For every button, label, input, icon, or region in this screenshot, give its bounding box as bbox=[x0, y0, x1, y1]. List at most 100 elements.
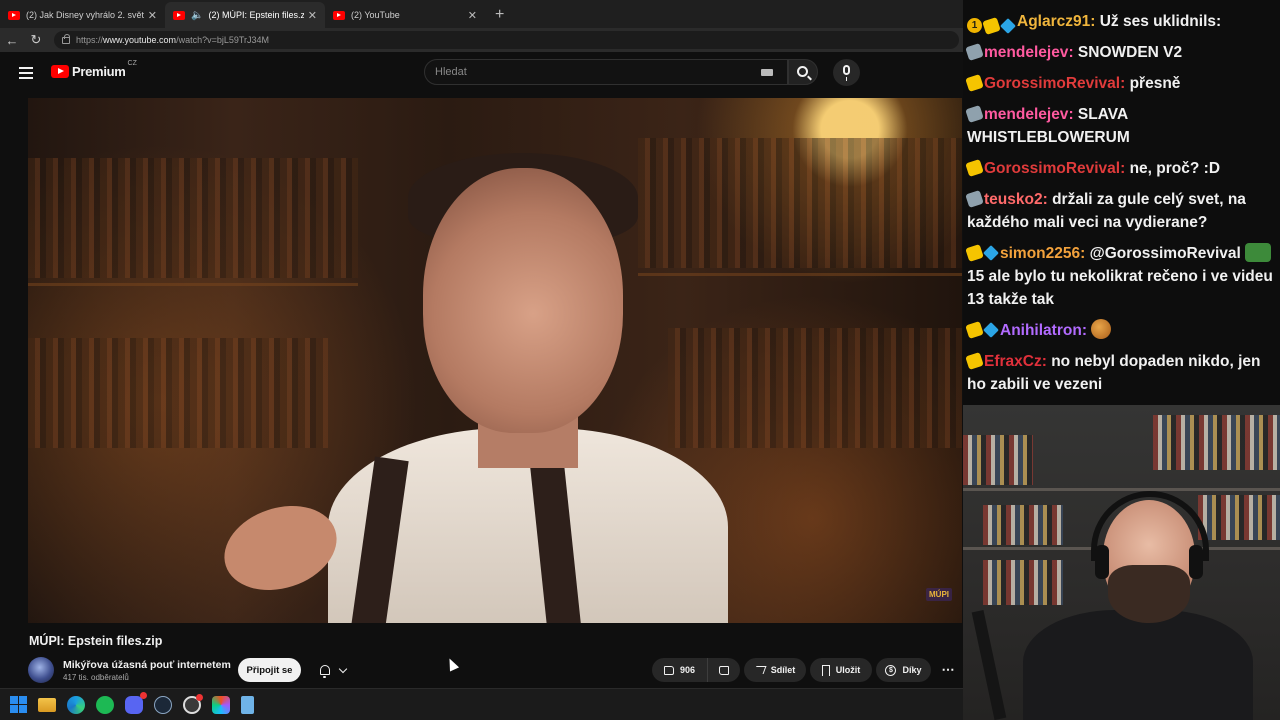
channel-name[interactable]: Mikýřova úžasná pouť internetem bbox=[63, 659, 231, 671]
tab-title: (2) Jak Disney vyhrálo 2. světovou bbox=[26, 10, 144, 20]
browser-tab-active[interactable]: 🔈 (2) MÚPI: Epstein files.zip - Yo ✕ bbox=[165, 2, 325, 28]
notification-button[interactable] bbox=[308, 658, 358, 682]
youtube-favicon-icon bbox=[173, 10, 185, 20]
chat-username[interactable]: Anihilatron bbox=[1000, 322, 1082, 339]
chat-username[interactable]: GorossimoRevival bbox=[984, 75, 1120, 92]
screen: (2) Jak Disney vyhrálo 2. světovou ✕ 🔈 (… bbox=[0, 0, 1280, 720]
notepad-icon[interactable] bbox=[241, 695, 254, 714]
search-input[interactable]: Hledat bbox=[424, 59, 788, 85]
browser-tab[interactable]: (2) Jak Disney vyhrálo 2. světovou ✕ bbox=[0, 2, 165, 28]
edge-browser-icon[interactable] bbox=[67, 695, 85, 714]
obs-icon[interactable] bbox=[183, 693, 203, 714]
new-tab-button[interactable]: + bbox=[485, 2, 514, 28]
video-person-face bbox=[423, 168, 623, 433]
sub-badge-icon bbox=[965, 74, 984, 92]
colon: : bbox=[1068, 106, 1074, 123]
chat-username[interactable]: teusko2 bbox=[984, 191, 1043, 208]
more-actions-button[interactable]: ⋯ bbox=[935, 658, 961, 682]
search-placeholder: Hledat bbox=[435, 66, 467, 78]
chat-username[interactable]: mendelejev bbox=[984, 44, 1068, 61]
close-tab-icon[interactable]: ✕ bbox=[468, 9, 477, 22]
search-button[interactable] bbox=[788, 59, 818, 85]
chat-username[interactable]: Aglarcz91 bbox=[1017, 13, 1090, 30]
gem-badge-icon bbox=[983, 322, 999, 338]
cookie-emote-icon bbox=[1091, 319, 1112, 339]
frog-emote-icon bbox=[1245, 243, 1272, 262]
save-label: Uložit bbox=[835, 665, 861, 675]
bookshelf bbox=[1198, 495, 1280, 540]
share-label: Sdílet bbox=[770, 665, 796, 675]
windows-start-icon[interactable] bbox=[10, 696, 27, 713]
url-path: /watch?v=bjL59TrJ34M bbox=[176, 35, 270, 45]
close-tab-icon[interactable]: ✕ bbox=[148, 9, 157, 22]
sub-badge-icon bbox=[982, 16, 1001, 35]
chat-message: teusko2: držali za gule celý svet, na ka… bbox=[965, 188, 1276, 234]
bookshelf bbox=[638, 138, 962, 268]
subscriber-count: 417 tis. odběratelů bbox=[63, 673, 129, 682]
colon: : bbox=[1090, 13, 1096, 30]
chat-mention[interactable]: @GorossimoRevival bbox=[1090, 245, 1241, 262]
search-icon bbox=[797, 66, 808, 77]
url-field[interactable]: https://www.youtube.com/watch?v=bjL59TrJ… bbox=[54, 31, 959, 49]
like-button[interactable]: 906 bbox=[652, 658, 708, 682]
dislike-button[interactable] bbox=[708, 658, 740, 682]
share-button[interactable]: Sdílet bbox=[744, 658, 806, 682]
discord-icon[interactable] bbox=[125, 691, 147, 714]
chat-message: mendelejev: SLAVA WHISTLEBLOWERUM bbox=[965, 103, 1276, 149]
reload-icon[interactable]: ↻ bbox=[24, 32, 48, 48]
channel-avatar[interactable] bbox=[28, 657, 54, 683]
thanks-label: Díky bbox=[902, 665, 922, 675]
sub-badge-icon bbox=[965, 159, 984, 177]
chat-username[interactable]: mendelejev bbox=[984, 106, 1068, 123]
file-explorer-icon[interactable] bbox=[38, 697, 56, 712]
voice-search-button[interactable] bbox=[833, 59, 860, 86]
back-arrow-icon[interactable]: ← bbox=[0, 33, 24, 48]
bell-icon bbox=[320, 665, 330, 678]
bookmark-icon bbox=[821, 664, 830, 678]
chevron-down-icon bbox=[338, 664, 348, 673]
gem-badge-icon bbox=[983, 245, 999, 261]
youtube-logo[interactable]: Premium CZ bbox=[51, 60, 137, 79]
figma-icon[interactable] bbox=[212, 695, 230, 714]
like-dislike-group: 906 bbox=[652, 658, 740, 682]
region-code: CZ bbox=[127, 60, 137, 67]
shelf-line bbox=[638, 273, 962, 276]
steam-icon[interactable] bbox=[154, 695, 172, 714]
thumb-up-icon bbox=[663, 665, 674, 675]
close-tab-icon[interactable]: ✕ bbox=[308, 9, 317, 22]
channel-watermark[interactable]: MÚPI bbox=[926, 588, 952, 601]
headphone-cup bbox=[1189, 545, 1203, 579]
chat-username[interactable]: GorossimoRevival bbox=[984, 160, 1120, 177]
gem-badge-icon bbox=[1000, 17, 1016, 34]
colon: : bbox=[1081, 322, 1087, 339]
like-count: 906 bbox=[679, 665, 696, 675]
menu-icon[interactable] bbox=[19, 67, 33, 79]
youtube-favicon-icon bbox=[8, 10, 20, 20]
url-host: www.youtube.com bbox=[103, 35, 177, 45]
video-player[interactable]: MÚPI bbox=[28, 98, 962, 623]
channel-row: Mikýřova úžasná pouť internetem 417 tis.… bbox=[28, 655, 963, 689]
speaker-icon[interactable]: 🔈 bbox=[191, 10, 203, 21]
chat-username[interactable]: EfraxCz bbox=[984, 353, 1042, 370]
browser-tab-bar: (2) Jak Disney vyhrálo 2. světovou ✕ 🔈 (… bbox=[0, 0, 963, 28]
youtube-favicon-icon bbox=[333, 10, 345, 20]
bookshelf bbox=[28, 158, 358, 278]
bookshelf bbox=[668, 328, 962, 448]
masthead: Premium CZ Hledat bbox=[0, 52, 963, 98]
bookshelf bbox=[28, 338, 328, 448]
video-title: MÚPI: Epstein files.zip bbox=[29, 634, 163, 648]
streamer-webcam bbox=[963, 405, 1280, 720]
colon: : bbox=[1042, 191, 1048, 208]
share-icon bbox=[753, 666, 767, 674]
chat-message: GorossimoRevival: ne, proč? :D bbox=[965, 157, 1276, 180]
keyboard-icon[interactable] bbox=[761, 69, 773, 76]
save-button[interactable]: Uložit bbox=[810, 658, 872, 682]
join-button[interactable]: Připojit se bbox=[238, 658, 301, 682]
chat-username[interactable]: simon2256 bbox=[1000, 245, 1080, 262]
spotify-icon[interactable] bbox=[96, 695, 114, 714]
chat-text: Už ses uklidnils: bbox=[1099, 13, 1222, 30]
sub-badge-icon bbox=[965, 43, 984, 61]
browser-tab[interactable]: (2) YouTube ✕ bbox=[325, 2, 485, 28]
thanks-button[interactable]: $ Díky bbox=[876, 658, 931, 682]
address-bar-row: ← ↻ https://www.youtube.com/watch?v=bjL5… bbox=[0, 28, 963, 52]
